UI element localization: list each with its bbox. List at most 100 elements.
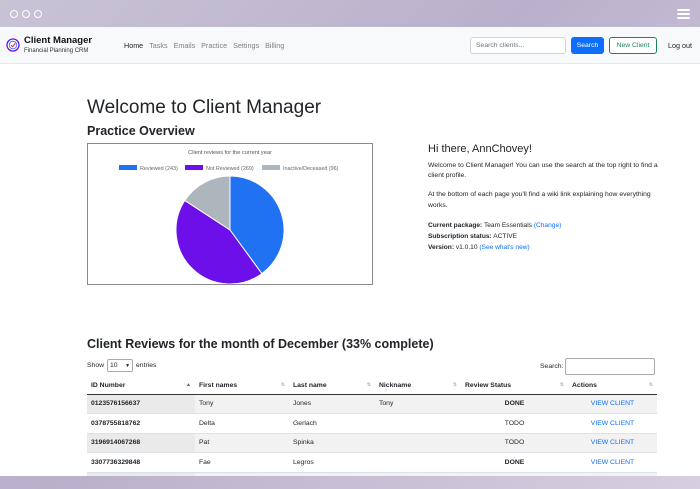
- version-label: Version:: [428, 244, 455, 252]
- cell-review-status: DONE: [461, 452, 568, 473]
- cell-first-name: Tony: [195, 394, 289, 414]
- top-navbar: Client Manager Financial Planning CRM Ho…: [0, 27, 700, 64]
- page-title: Welcome to Client Manager: [87, 97, 322, 118]
- col-last-name[interactable]: Last name ⇅: [289, 378, 375, 395]
- sort-icon: ⇅: [559, 382, 564, 388]
- col-actions[interactable]: Actions ⇅: [568, 378, 657, 395]
- legend-swatch: [262, 165, 280, 170]
- brand[interactable]: Client Manager Financial Planning CRM: [6, 36, 126, 54]
- nav-link-tasks[interactable]: Tasks: [149, 41, 167, 50]
- sort-icon: ⇅: [648, 382, 653, 388]
- client-reviews-table: ID Number ▲ First names ⇅ Last name ⇅ Nickn…: [87, 378, 657, 476]
- cell-nickname: [375, 433, 461, 453]
- legend-item[interactable]: Reviewed (243): [119, 165, 178, 172]
- cell-nickname: [375, 413, 461, 434]
- view-client-link[interactable]: VIEW CLIENT: [568, 394, 657, 414]
- table-search: Search:: [540, 358, 656, 375]
- show-label: Show: [87, 362, 105, 369]
- intro-paragraph-wiki: At the bottom of each page you'll find a…: [428, 191, 651, 209]
- legend-label: Not Reviewed (269): [206, 166, 254, 172]
- col-first-names[interactable]: First names ⇅: [195, 378, 289, 395]
- cell-review-status: DONE: [461, 394, 568, 414]
- logout-link[interactable]: Log out: [668, 41, 692, 50]
- cell-last-name: Jones: [289, 394, 375, 414]
- table-row: 3196914067268 Pat Spinka TODO VIEW CLIENT: [87, 433, 657, 453]
- client-search-input[interactable]: [470, 37, 566, 54]
- legend-label: Reviewed (243): [140, 166, 178, 172]
- package-value: Team Essentials: [483, 221, 532, 229]
- entries-label: entries: [136, 362, 157, 369]
- cell-first-name: Mikayla: [195, 472, 289, 476]
- cell-review-status: TODO: [461, 413, 568, 434]
- view-client-link[interactable]: VIEW CLIENT: [568, 433, 657, 453]
- practice-overview-heading: Practice Overview: [87, 124, 195, 138]
- table-row: 3307736329848 Fae Legros DONE VIEW CLIENT: [87, 452, 657, 473]
- legend-item[interactable]: Inactive/Deceased (96): [262, 165, 339, 172]
- table-search-input[interactable]: [565, 358, 656, 375]
- table-row: 0378755818762 Delta Gerlach TODO VIEW CLIENT: [87, 413, 657, 434]
- nav-link-home[interactable]: Home: [124, 41, 143, 50]
- sort-icon: ⇅: [452, 382, 457, 388]
- hamburger-menu-icon[interactable]: [677, 8, 690, 19]
- nav-link-emails[interactable]: Emails: [174, 41, 196, 50]
- sort-icon: ⇅: [366, 382, 371, 388]
- nav-link-practice[interactable]: Practice: [201, 41, 227, 50]
- cell-id-number: 3628740943382: [87, 472, 195, 476]
- entries-length-control: Show 10 ▼ entries: [87, 359, 156, 372]
- legend-swatch: [185, 165, 203, 170]
- nav-links: Home Tasks Emails Practice Settings Bill…: [124, 41, 284, 50]
- version-line: Version: v1.0.10 (See what's new): [428, 242, 658, 253]
- brand-subtitle: Financial Planning CRM: [24, 47, 89, 54]
- package-label: Current package:: [428, 221, 483, 229]
- nav-link-settings[interactable]: Settings: [233, 41, 259, 50]
- cell-review-status: TODO: [461, 433, 568, 453]
- new-client-button[interactable]: New Client: [609, 37, 657, 54]
- cell-nickname: [375, 472, 461, 476]
- cell-first-name: Pat: [195, 433, 289, 453]
- window-dot-icon[interactable]: [10, 9, 18, 18]
- cell-review-status: TODO: [461, 472, 568, 476]
- status-label: Subscription status:: [428, 232, 492, 240]
- subscription-status-line: Subscription status: ACTIVE: [428, 231, 658, 242]
- clock-check-logo-icon: [6, 38, 20, 52]
- cell-nickname: Tony: [375, 394, 461, 414]
- chart-title: Client reviews for the current year: [188, 150, 272, 156]
- change-package-link[interactable]: (Change): [534, 222, 562, 229]
- window-dot-icon[interactable]: [22, 9, 30, 18]
- cell-nickname: [375, 452, 461, 473]
- table-header-row: ID Number ▲ First names ⇅ Last name ⇅ Nickn…: [87, 378, 657, 395]
- cell-id-number: 0123576156637: [87, 394, 195, 414]
- chevron-down-icon: ▼: [125, 362, 131, 369]
- version-value: v1.0.10: [455, 244, 478, 252]
- view-client-link[interactable]: VIEW CLIENT: [568, 452, 657, 473]
- cell-first-name: Fae: [195, 452, 289, 473]
- cell-last-name: Legros: [289, 452, 375, 473]
- table-row: 3628740943382MikaylaBeahan TODOVIEW CLIEN…: [87, 472, 657, 476]
- legend-swatch: [119, 165, 137, 170]
- legend-item[interactable]: Not Reviewed (269): [185, 165, 254, 172]
- search-button[interactable]: Search: [571, 37, 604, 54]
- sort-icon: ⇅: [280, 382, 285, 388]
- status-value: ACTIVE: [493, 232, 518, 240]
- nav-link-billing[interactable]: Billing: [265, 41, 284, 50]
- view-client-link[interactable]: VIEW CLIENT: [568, 413, 657, 434]
- table-row: 0123576156637 Tony Jones Tony DONE VIEW CLIEN…: [87, 394, 657, 414]
- app-window: Client Manager Financial Planning CRM Ho…: [0, 27, 700, 476]
- intro-panel: Hi there, AnnChovey! Welcome to Client M…: [428, 143, 658, 253]
- entries-select[interactable]: 10 ▼: [107, 359, 134, 372]
- col-nickname[interactable]: Nickname ⇅: [375, 378, 461, 395]
- cell-last-name: Spinka: [289, 433, 375, 453]
- window-dot-icon[interactable]: [34, 9, 42, 18]
- col-review-status[interactable]: Review Status ⇅: [461, 378, 568, 395]
- client-reviews-heading: Client Reviews for the month of December…: [87, 337, 434, 351]
- cell-first-name: Delta: [195, 413, 289, 434]
- cell-id-number: 3196914067268: [87, 433, 195, 453]
- view-client-link[interactable]: VIEW CLIENT: [568, 472, 657, 476]
- col-id-number[interactable]: ID Number ▲: [87, 378, 195, 395]
- intro-paragraph-search: Welcome to Client Manager! You can use t…: [428, 162, 658, 180]
- cell-last-name: Beahan: [289, 472, 375, 476]
- cell-last-name: Gerlach: [289, 413, 375, 434]
- whats-new-link[interactable]: (See what's new): [479, 244, 529, 251]
- brand-title: Client Manager: [24, 35, 93, 47]
- cell-id-number: 3307736329848: [87, 452, 195, 473]
